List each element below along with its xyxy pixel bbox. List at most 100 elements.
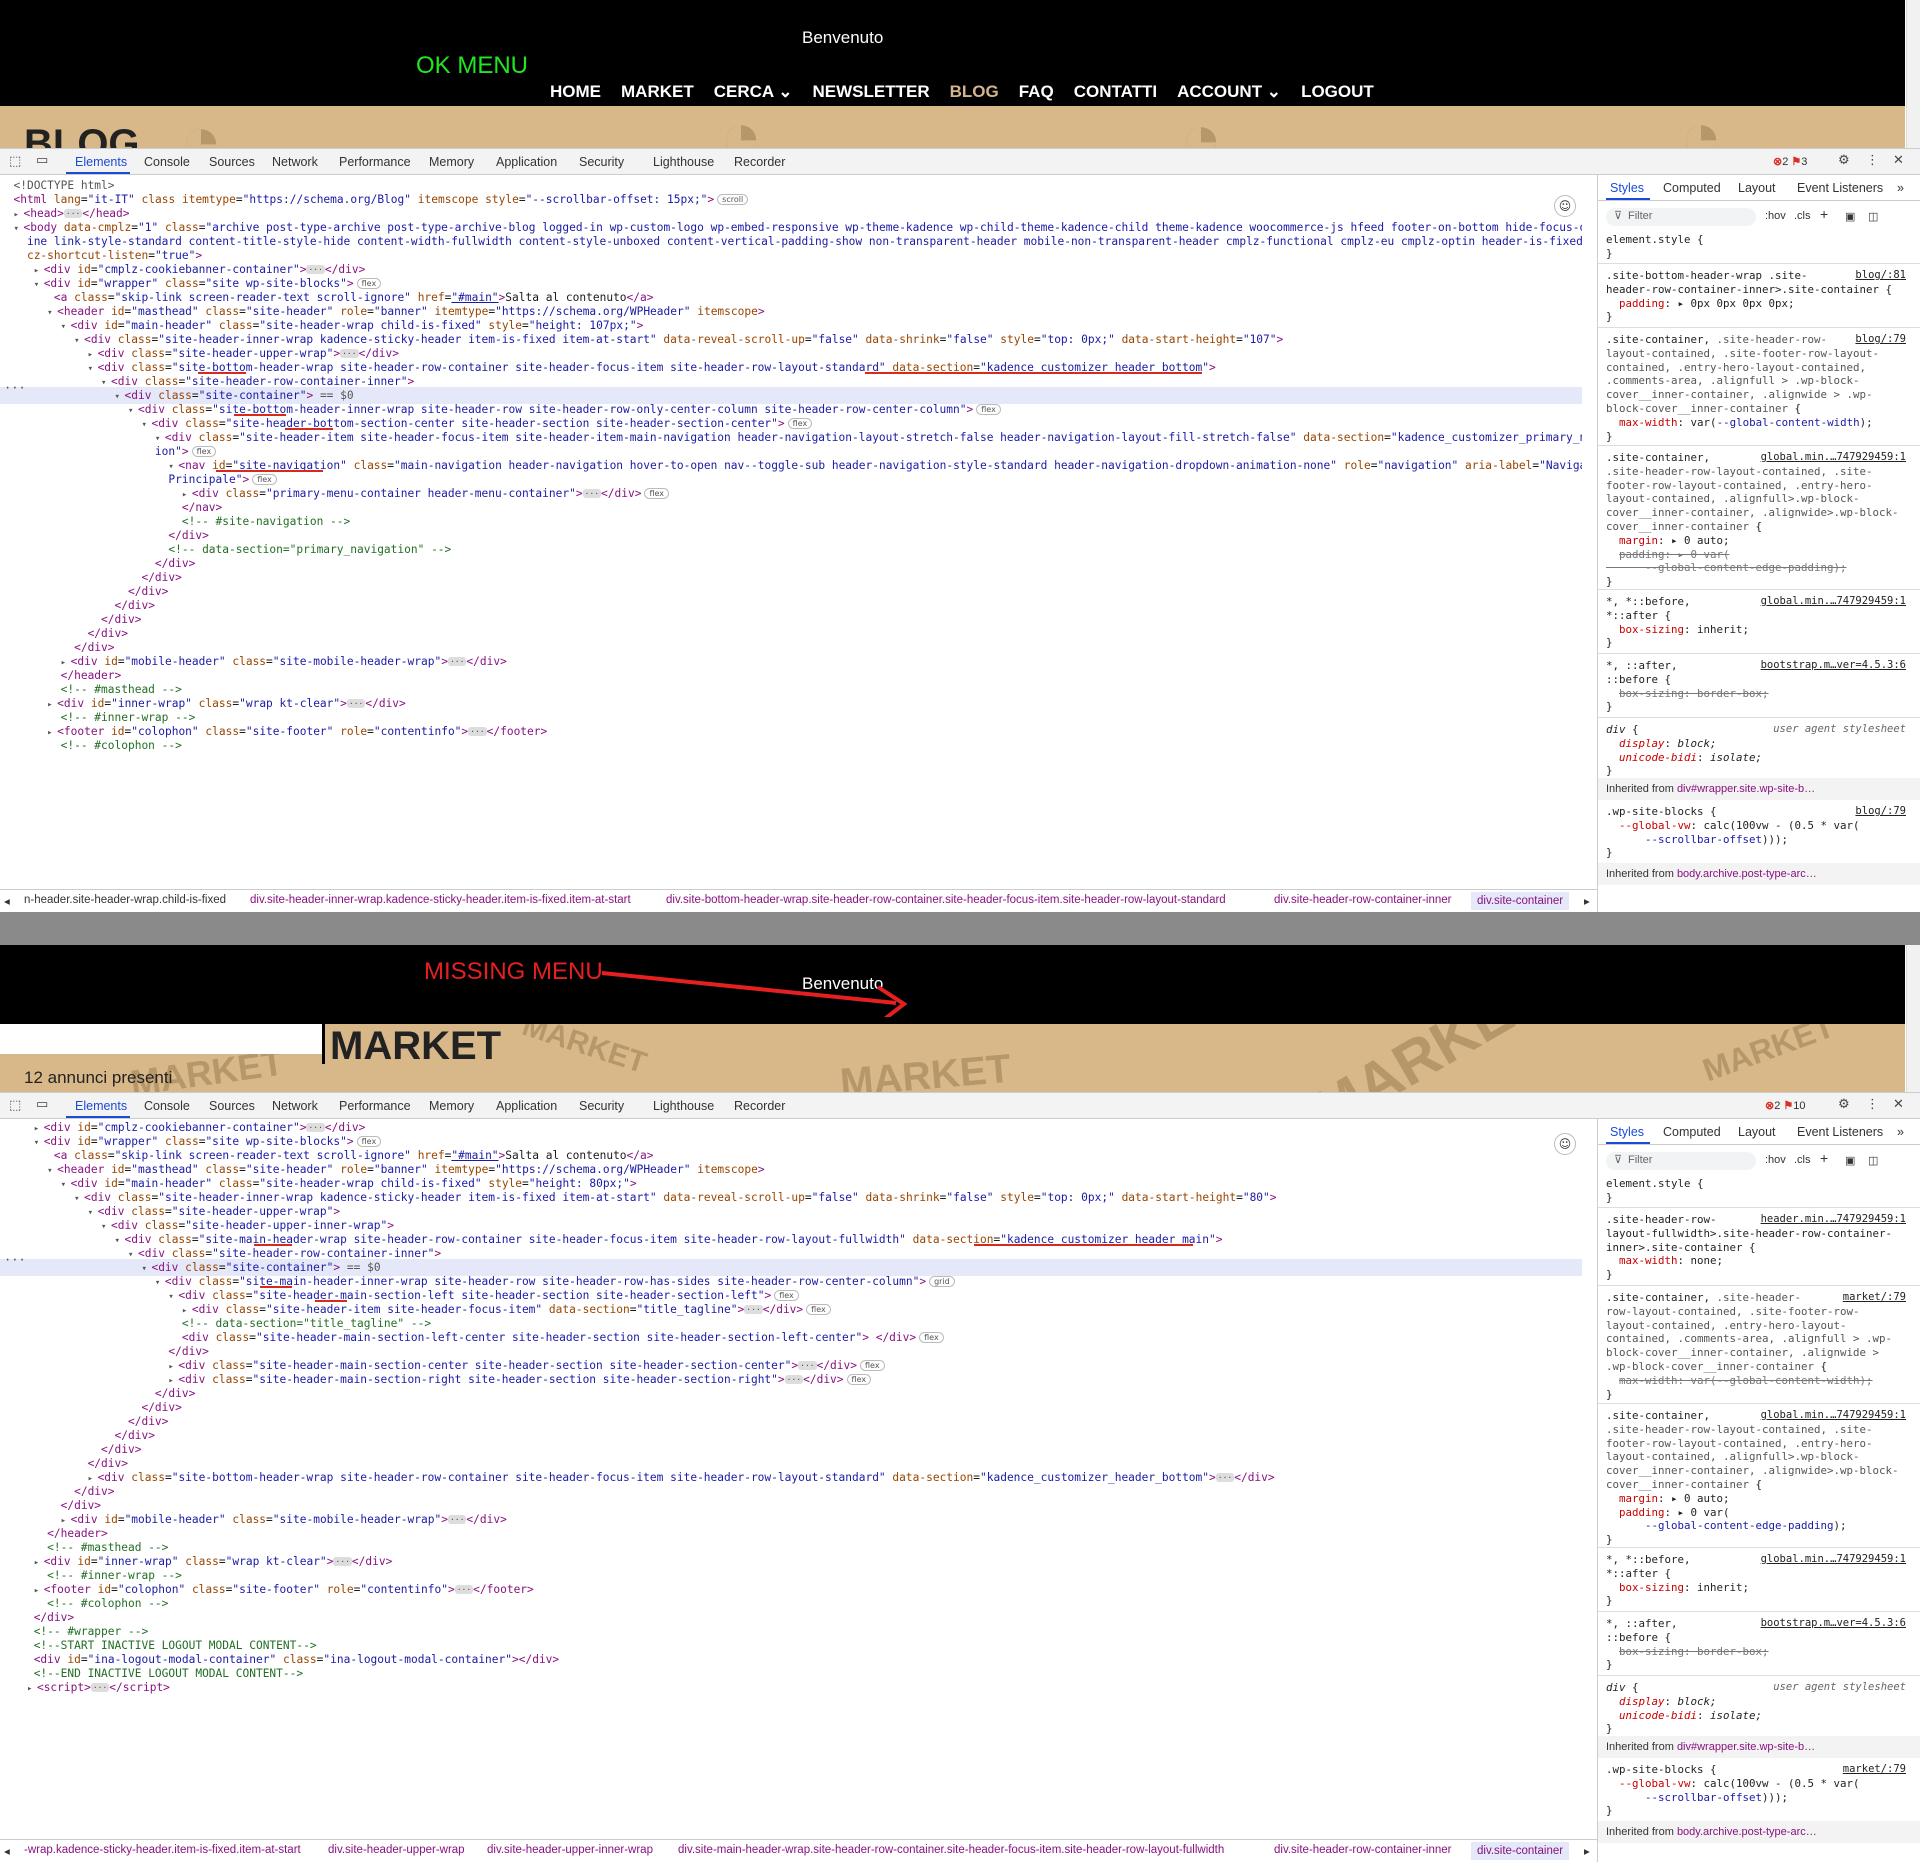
style-rule[interactable]: bootstrap.m…ver=4.5.3:6 *, ::after, ::bef…	[1606, 1617, 1906, 1672]
accessibility-icon[interactable]: ☺	[1554, 1133, 1576, 1155]
inherited-element[interactable]: div#wrapper.site.wp-site-b…	[1677, 783, 1815, 795]
close-icon[interactable]: ✕	[1893, 153, 1904, 168]
nav-faq[interactable]: FAQ	[1019, 82, 1054, 102]
kebab-icon[interactable]: ⋮	[1866, 1097, 1879, 1112]
style-rule[interactable]: blog/:79 .wp-site-blocks { --global-vw: c…	[1606, 805, 1906, 860]
style-rule[interactable]: element.style { }	[1606, 1177, 1906, 1205]
style-rule[interactable]: blog/:81 .site-bottom-header-wrap .site- …	[1606, 269, 1906, 324]
tab-recorder[interactable]: Recorder	[734, 155, 785, 169]
tab-elements[interactable]: Elements	[75, 1099, 127, 1113]
style-rule[interactable]: market/:79 .site-container, .site-header-…	[1606, 1291, 1906, 1401]
style-rule[interactable]: global.min.…747929459:1 *, *::before, *::…	[1606, 595, 1906, 650]
crumb-scroll-left[interactable]: ◂	[4, 1844, 10, 1858]
nav-blog[interactable]: BLOG	[950, 82, 999, 102]
plus-icon[interactable]: +	[1820, 1150, 1828, 1166]
crumb[interactable]: div.site-header-upper-inner-wrap	[487, 1844, 653, 1856]
crumb[interactable]: -wrap.kadence-sticky-header.item-is-fixe…	[24, 1844, 301, 1856]
tab-network[interactable]: Network	[272, 155, 318, 169]
crumb-scroll-right[interactable]: ▸	[1584, 894, 1590, 908]
accessibility-icon[interactable]: ☺	[1554, 195, 1576, 217]
nav-newsletter[interactable]: NEWSLETTER	[813, 82, 930, 102]
inspect-icon[interactable]: ⬚	[9, 154, 21, 169]
sidebar-icon[interactable]: ◫	[1868, 1154, 1878, 1167]
tab-lighthouse[interactable]: Lighthouse	[653, 155, 714, 169]
tab-event-listeners[interactable]: Event Listeners	[1797, 1125, 1883, 1139]
tab-application[interactable]: Application	[496, 155, 557, 169]
styles-filter-input[interactable]: ⊽ Filter	[1606, 1152, 1756, 1170]
crumb[interactable]: div.site-header-inner-wrap.kadence-stick…	[250, 894, 631, 906]
more-tabs-icon[interactable]: »	[1897, 181, 1904, 195]
tab-layout[interactable]: Layout	[1738, 1125, 1776, 1139]
nav-account[interactable]: ACCOUNT ⌄	[1177, 82, 1281, 102]
dom-tree[interactable]: <!DOCTYPE html> <html lang="it-IT" class…	[0, 177, 1582, 889]
tab-console[interactable]: Console	[144, 155, 190, 169]
tab-recorder[interactable]: Recorder	[734, 1099, 785, 1113]
crumb-scroll-right[interactable]: ▸	[1584, 1844, 1590, 1858]
tab-elements[interactable]: Elements	[75, 155, 127, 169]
tab-sources[interactable]: Sources	[209, 1099, 255, 1113]
style-rule[interactable]: bootstrap.m…ver=4.5.3:6 *, ::after, ::bef…	[1606, 659, 1906, 714]
tab-computed[interactable]: Computed	[1663, 181, 1721, 195]
kebab-icon[interactable]: ⋮	[1866, 153, 1879, 168]
style-rule[interactable]: global.min.…747929459:1 .site-container, …	[1606, 451, 1906, 589]
tab-performance[interactable]: Performance	[339, 1099, 411, 1113]
paint-icon[interactable]: ▣	[1845, 1154, 1855, 1167]
crumb-current[interactable]: div.site-container	[1471, 892, 1570, 910]
sidebar-icon[interactable]: ◫	[1868, 210, 1878, 223]
tab-layout[interactable]: Layout	[1738, 181, 1776, 195]
styles-filter-input[interactable]: ⊽ Filter	[1606, 208, 1756, 226]
crumb[interactable]: div.site-header-upper-wrap	[328, 1844, 465, 1856]
tab-memory[interactable]: Memory	[429, 155, 474, 169]
tab-styles[interactable]: Styles	[1610, 1125, 1644, 1139]
style-rule[interactable]: blog/:79 .site-container, .site-header-ro…	[1606, 333, 1906, 443]
crumb-scroll-left[interactable]: ◂	[4, 894, 10, 908]
inherited-element[interactable]: body.archive.post-type-arc…	[1677, 1826, 1817, 1838]
crumb[interactable]: div.site-header-row-container-inner	[1274, 1844, 1451, 1856]
device-icon[interactable]: ▭	[36, 153, 48, 168]
crumb-current[interactable]: div.site-container	[1471, 1842, 1570, 1860]
tab-security[interactable]: Security	[579, 155, 624, 169]
tab-network[interactable]: Network	[272, 1099, 318, 1113]
inherited-element[interactable]: div#wrapper.site.wp-site-b…	[1677, 1741, 1815, 1753]
plus-icon[interactable]: +	[1820, 206, 1828, 222]
site-scrollbar[interactable]	[1906, 0, 1920, 148]
crumb[interactable]: div.site-main-header-wrap.site-header-ro…	[678, 1844, 1224, 1856]
dom-node[interactable]: <!-- #colophon -->	[0, 737, 1582, 754]
tab-sources[interactable]: Sources	[209, 155, 255, 169]
dom-node[interactable]: ▸ <script> ··· </script>	[0, 1679, 1582, 1696]
inspect-icon[interactable]: ⬚	[9, 1098, 21, 1113]
crumb[interactable]: n-header.site-header-wrap.child-is-fixed	[24, 894, 226, 906]
paint-icon[interactable]: ▣	[1845, 210, 1855, 223]
inherited-element[interactable]: body.archive.post-type-arc…	[1677, 868, 1817, 880]
dom-tree[interactable]: ▸ <div id="cmplz-cookiebanner-container">…	[0, 1119, 1582, 1839]
tab-console[interactable]: Console	[144, 1099, 190, 1113]
tab-performance[interactable]: Performance	[339, 155, 411, 169]
tab-application[interactable]: Application	[496, 1099, 557, 1113]
nav-logout[interactable]: LOGOUT	[1301, 82, 1374, 102]
style-rule[interactable]: global.min.…747929459:1 *, *::before, *::…	[1606, 1553, 1906, 1608]
tab-security[interactable]: Security	[579, 1099, 624, 1113]
tab-memory[interactable]: Memory	[429, 1099, 474, 1113]
style-rule[interactable]: global.min.…747929459:1 .site-container, …	[1606, 1409, 1906, 1547]
nav-home[interactable]: HOME	[550, 82, 601, 102]
style-rule[interactable]: element.style { }	[1606, 233, 1906, 261]
more-tabs-icon[interactable]: »	[1897, 1125, 1904, 1139]
site-scrollbar[interactable]	[1906, 945, 1920, 1092]
tab-computed[interactable]: Computed	[1663, 1125, 1721, 1139]
tab-lighthouse[interactable]: Lighthouse	[653, 1099, 714, 1113]
cls-toggle[interactable]: .cls	[1794, 210, 1811, 222]
style-rule[interactable]: header.min.…747929459:1 .site-header-row-…	[1606, 1213, 1906, 1282]
close-icon[interactable]: ✕	[1893, 1097, 1904, 1112]
crumb[interactable]: div.site-bottom-header-wrap.site-header-…	[666, 894, 1226, 906]
device-icon[interactable]: ▭	[36, 1097, 48, 1112]
tab-styles[interactable]: Styles	[1610, 181, 1644, 195]
tab-event-listeners[interactable]: Event Listeners	[1797, 181, 1883, 195]
row-menu-dots[interactable]: ···	[4, 381, 26, 395]
hov-toggle[interactable]: :hov	[1765, 210, 1786, 222]
cls-toggle[interactable]: .cls	[1794, 1154, 1811, 1166]
hov-toggle[interactable]: :hov	[1765, 1154, 1786, 1166]
nav-market[interactable]: MARKET	[621, 82, 694, 102]
error-counter[interactable]: ⊗2 ⚑10	[1765, 1099, 1806, 1112]
style-rule[interactable]: market/:79 .wp-site-blocks { --global-vw:…	[1606, 1763, 1906, 1818]
gear-icon[interactable]: ⚙	[1838, 1097, 1850, 1112]
